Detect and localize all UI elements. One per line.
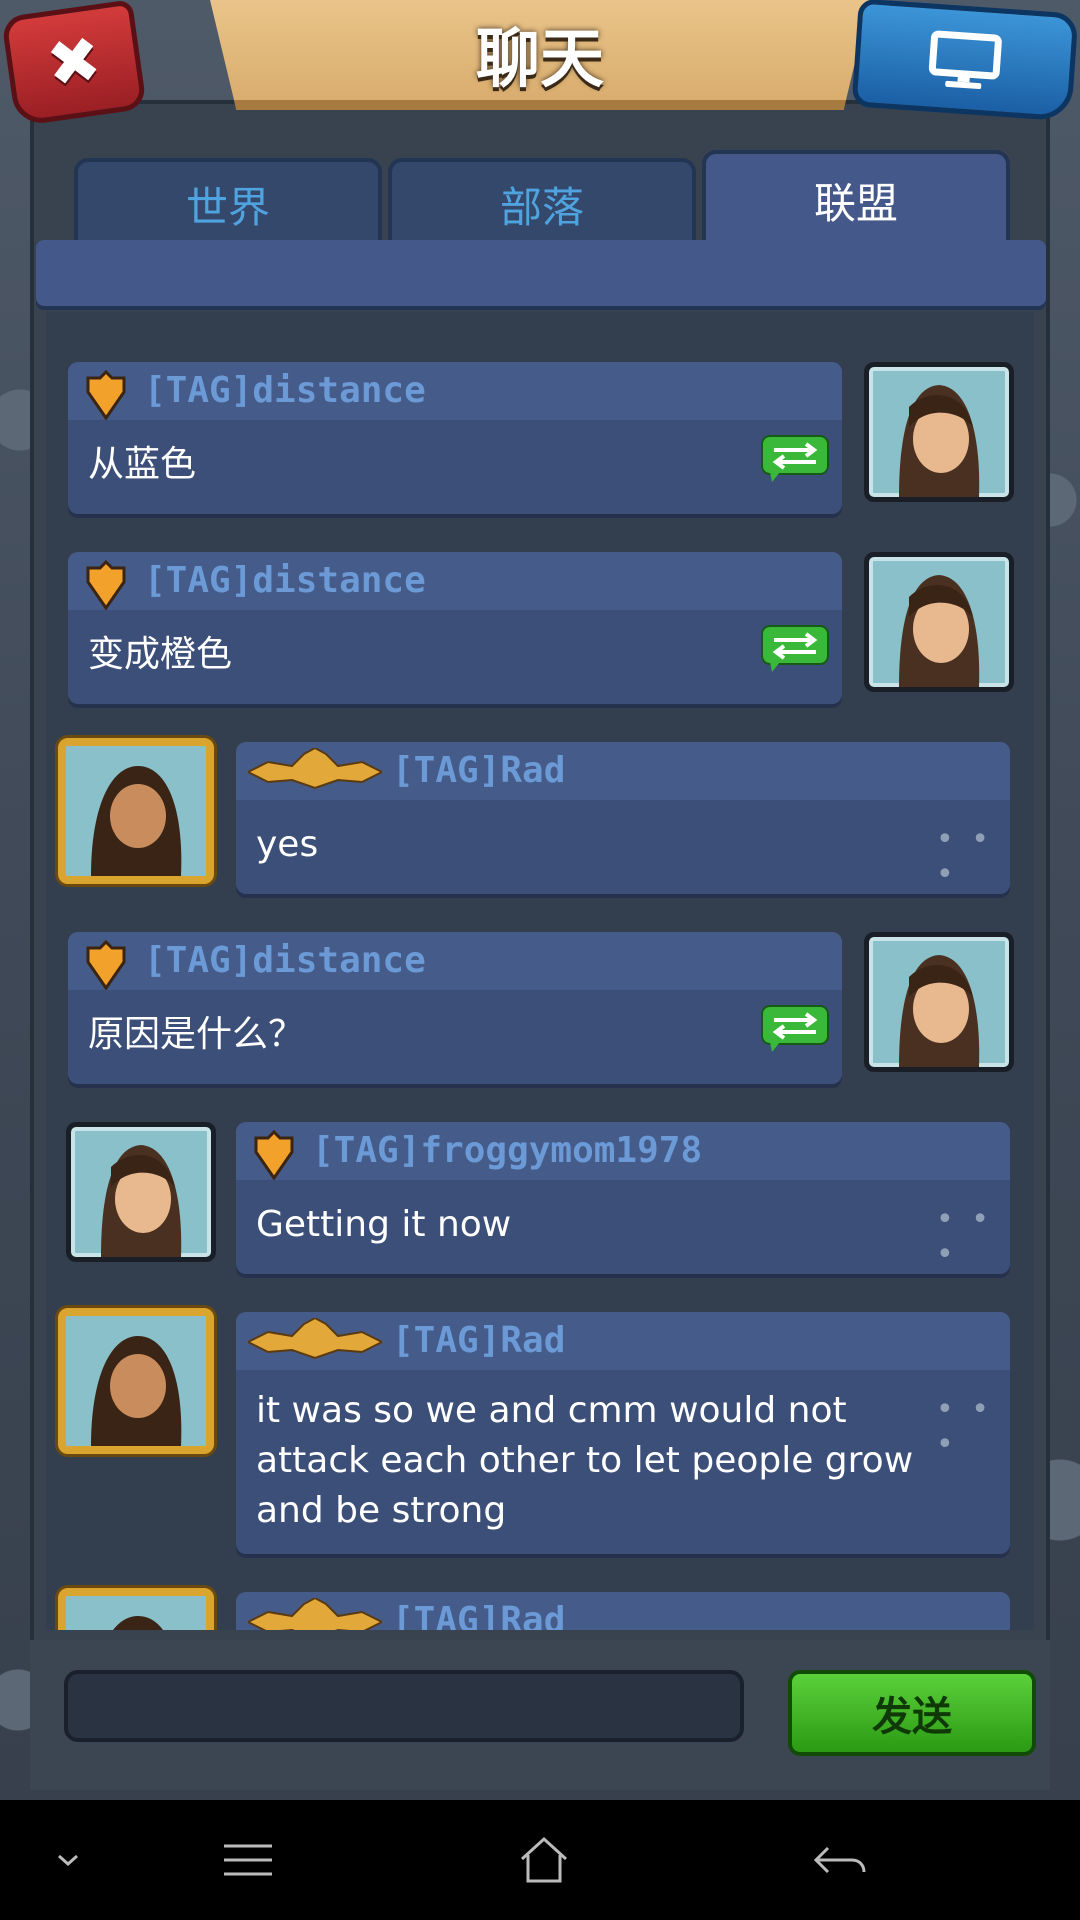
avatar[interactable]	[66, 1122, 216, 1262]
tab-world[interactable]: 世界	[74, 158, 382, 246]
translate-icon[interactable]	[760, 434, 830, 484]
message-text: 原因是什么？	[88, 1014, 305, 1055]
list-item: [TAG]distance 变成橙色	[68, 552, 842, 704]
sender-name[interactable]: [TAG]distance	[144, 370, 426, 411]
more-options-icon[interactable]: • • •	[936, 822, 1010, 892]
tab-tribe[interactable]: 部落	[388, 158, 696, 246]
menu-icon[interactable]	[208, 1820, 288, 1900]
sender-name[interactable]: [TAG]Rad	[392, 750, 565, 791]
message-input[interactable]	[64, 1670, 744, 1742]
tab-bar	[36, 240, 1046, 306]
tab-alliance[interactable]: 联盟	[702, 150, 1010, 246]
translate-icon[interactable]	[760, 1004, 830, 1054]
page-title: 聊天	[476, 23, 604, 97]
avatar-woman-icon	[899, 385, 980, 497]
avatar[interactable]	[58, 738, 214, 884]
avatar-warrior-icon	[66, 746, 206, 876]
avatar-woman-icon	[899, 955, 980, 1067]
avatar-warrior-icon	[66, 1316, 206, 1446]
chat-list[interactable]: [TAG]distance 从蓝色 [TAG]distance 变成橙色 [TA…	[46, 312, 1034, 1630]
sender-name[interactable]: [TAG]Rad	[392, 1600, 565, 1630]
avatar-warrior-icon	[66, 1596, 206, 1630]
rank-wings-icon	[248, 1318, 382, 1360]
more-options-icon[interactable]: • • •	[936, 1392, 1010, 1462]
list-item: [TAG]Rad it was so we and cmm would not …	[236, 1312, 1010, 1554]
avatar[interactable]	[864, 932, 1014, 1072]
list-item: [TAG]distance 从蓝色	[68, 362, 842, 514]
close-icon: ✖	[42, 22, 106, 104]
avatar-woman-icon	[101, 1145, 182, 1257]
list-item: [TAG]distance 原因是什么？	[68, 932, 842, 1084]
list-item: [TAG]froggymom1978 Getting it now • • •	[236, 1122, 1010, 1274]
sender-name[interactable]: [TAG]Rad	[392, 1320, 565, 1361]
back-icon[interactable]	[800, 1820, 880, 1900]
avatar[interactable]	[864, 552, 1014, 692]
translate-icon[interactable]	[760, 624, 830, 674]
title-banner: 聊天	[210, 0, 870, 110]
sender-name[interactable]: [TAG]froggymom1978	[312, 1130, 702, 1171]
send-button[interactable]: 发送	[788, 1670, 1036, 1756]
close-button[interactable]: ✖	[0, 0, 148, 127]
screen-button[interactable]	[851, 0, 1079, 122]
avatar-woman-icon	[899, 575, 980, 687]
monitor-icon	[928, 30, 1002, 90]
rank-wings-icon	[248, 748, 382, 790]
rank-shield-icon	[254, 1130, 294, 1180]
sender-name[interactable]: [TAG]distance	[144, 560, 426, 601]
more-options-icon[interactable]: • • •	[936, 1202, 1010, 1272]
message-text: yes	[256, 824, 319, 865]
avatar[interactable]	[58, 1308, 214, 1454]
avatar[interactable]	[864, 362, 1014, 502]
message-text: 从蓝色	[88, 444, 197, 485]
rank-shield-icon	[86, 560, 126, 610]
system-nav-bar	[0, 1800, 1080, 1920]
home-icon[interactable]	[504, 1820, 584, 1900]
chevron-down-icon[interactable]	[28, 1820, 108, 1900]
rank-shield-icon	[86, 370, 126, 420]
rank-shield-icon	[86, 940, 126, 990]
sender-name[interactable]: [TAG]distance	[144, 940, 426, 981]
list-item: [TAG]Rad yes • • •	[236, 742, 1010, 894]
avatar[interactable]	[58, 1588, 214, 1630]
message-text: 变成橙色	[88, 634, 233, 675]
list-item: [TAG]Rad	[236, 1592, 1010, 1630]
rank-wings-icon	[248, 1598, 382, 1630]
message-text: Getting it now	[256, 1204, 512, 1245]
message-text: it was so we and cmm would not attack ea…	[256, 1390, 914, 1531]
